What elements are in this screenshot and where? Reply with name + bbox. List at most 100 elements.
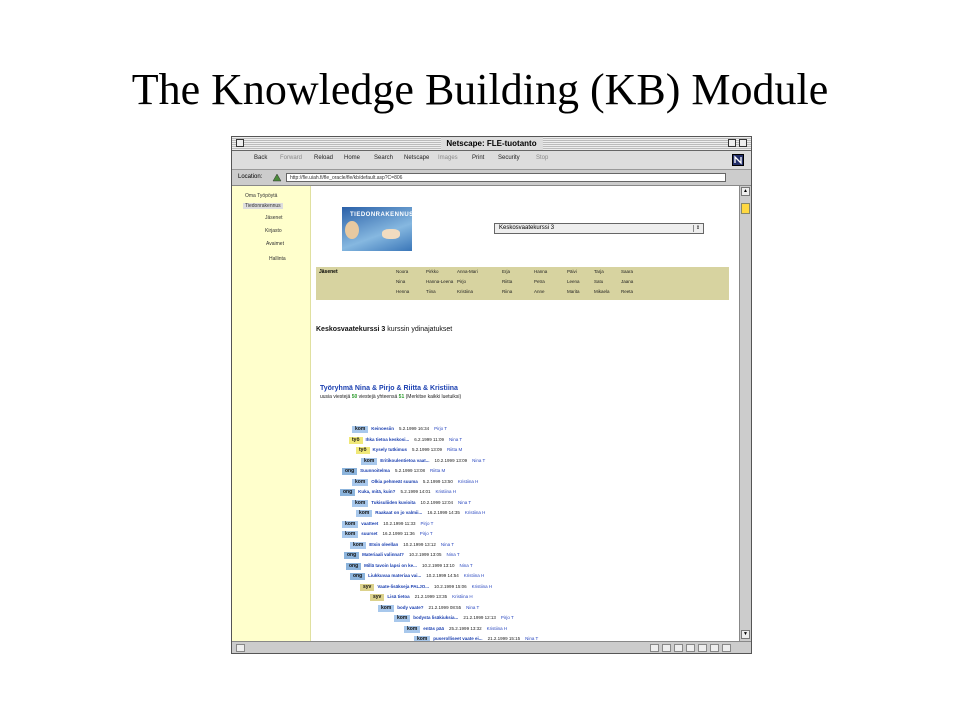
mark-all-read-link[interactable]: (Merkitse kaikki luetuiksi)	[406, 394, 462, 400]
course-core-ideas-heading: Keskosvaatekurssi 3 kurssin ydinajatukse…	[316, 326, 453, 333]
sidebar-item-knowledge-building[interactable]: Tiedonrakennus	[243, 203, 283, 209]
member-name[interactable]: Noora	[396, 269, 408, 274]
member-name[interactable]: Tarja	[594, 269, 604, 274]
toolbar-print-button[interactable]: Print	[472, 155, 484, 161]
member-name[interactable]: Marita	[567, 289, 580, 294]
note-row[interactable]: syv Vaate-lisäkseja PALJO... 10.2.1999 15:…	[360, 575, 492, 591]
member-name[interactable]: Riitta	[502, 279, 512, 284]
note-row[interactable]: kom vaatteet 10.2.1999 11:33 Pirjo T	[342, 512, 433, 528]
history-icon[interactable]	[722, 644, 731, 652]
close-box-icon[interactable]	[236, 139, 244, 147]
toolbar-netscape-button[interactable]: Netscape	[404, 155, 429, 161]
sidebar-item-members[interactable]: Jäsenet	[265, 215, 283, 221]
member-name[interactable]: Kristiina	[457, 289, 473, 294]
browser-toolbar: Back Forward Reload Home Search Netscape…	[232, 151, 751, 170]
member-name[interactable]: Pirkko	[426, 269, 439, 274]
course-select-value: Keskosvaatekurssi 3	[499, 225, 555, 231]
member-name[interactable]: Saara	[621, 269, 633, 274]
logo-face-icon	[345, 221, 359, 239]
workgroup-title[interactable]: Työryhmä Nina & Pirjo & Riitta & Kristii…	[320, 385, 458, 392]
select-arrows-icon: ⇕	[693, 225, 702, 232]
composer-icon[interactable]	[686, 644, 695, 652]
note-row[interactable]: kom puserolliseet vaate ei... 21.2.1999 15…	[414, 627, 538, 641]
note-row[interactable]: ong Millä tavoin lapsi on ke... 10.2.1999 …	[346, 554, 473, 570]
member-name[interactable]: Pirjo	[457, 279, 466, 284]
note-row[interactable]: ong Suunnoitelma 5.2.1999 13:08 Riitta M	[342, 459, 445, 475]
zoom-box-icon[interactable]	[728, 139, 736, 147]
scroll-down-icon[interactable]: ▼	[741, 630, 750, 639]
sidebar-item-library[interactable]: Kirjasto	[265, 228, 282, 234]
member-name[interactable]: Anna-Mari	[457, 269, 478, 274]
logo-text: TIEDONRAKENNUS	[350, 212, 414, 218]
news-icon[interactable]	[674, 644, 683, 652]
member-name[interactable]: Riina	[502, 289, 512, 294]
sidebar-item-desktop[interactable]: Oma Työpöytä	[245, 193, 277, 199]
member-name[interactable]: Hanna-Leena	[426, 279, 453, 284]
window-title: Netscape: FLE-tuotanto	[440, 137, 543, 150]
sidebar: Oma Työpöytä Tiedonrakennus Jäsenet Kirj…	[232, 186, 311, 641]
note-row[interactable]: kom Eritikoulentietoa vaat... 10.2.1999 13…	[361, 449, 485, 465]
note-author-link[interactable]: Nina T	[472, 458, 485, 463]
address-book-icon[interactable]	[698, 644, 707, 652]
note-row[interactable]: kom entäs pää 25.2.1999 13:32 Kristiina H	[404, 617, 507, 633]
scroll-up-icon[interactable]: ▲	[741, 187, 750, 196]
note-row[interactable]: kom Olkia pehmeät suuma 5.2.1999 13:50 Kris…	[352, 470, 478, 486]
window-titlebar[interactable]: Netscape: FLE-tuotanto	[232, 137, 751, 151]
note-row[interactable]: kom suurset 16.2.1999 11:36 Pirjo T	[342, 522, 433, 538]
member-name[interactable]: Leena	[567, 279, 580, 284]
course-select[interactable]: Keskosvaatekurssi 3 ⇕	[494, 223, 704, 234]
member-name[interactable]: Jaana	[621, 279, 633, 284]
sidebar-item-admin[interactable]: Hallinta	[269, 256, 286, 262]
member-name[interactable]: Tiina	[426, 289, 436, 294]
status-bar	[232, 641, 751, 653]
toolbar-back-button[interactable]: Back	[254, 155, 267, 161]
netscape-logo-icon[interactable]	[732, 154, 744, 166]
member-name[interactable]: Petra	[534, 279, 545, 284]
member-name[interactable]: Päivi	[567, 269, 577, 274]
member-name[interactable]: Henna	[396, 289, 409, 294]
note-row[interactable]: työ Ihka tietoa keskosi... 6.2.1999 11:09 N…	[349, 428, 462, 444]
bookmarks-icon[interactable]	[710, 644, 719, 652]
bookmark-icon[interactable]	[272, 173, 282, 182]
note-row[interactable]: ong Liukkuvaa materiaa vai... 10.2.1999 14…	[350, 564, 484, 580]
sidebar-item-keys[interactable]: Avaimet	[266, 241, 284, 247]
note-row[interactable]: kom bodysta lisäkiuksia... 21.2.1999 12:13…	[394, 606, 514, 622]
component-bar-icon[interactable]	[650, 644, 659, 652]
note-row[interactable]: kom Raakaat on jo valmii... 16.2.1999 14:3…	[356, 501, 485, 517]
members-grid: Jäsenet Noora Pirkko Anna-Mari Erja Hanna Päi…	[316, 267, 729, 300]
note-row[interactable]: kom Etsin oleellan 10.2.1999 13:12 Nina T	[350, 533, 454, 549]
members-header: Jäsenet	[319, 269, 338, 275]
toolbar-stop-button[interactable]: Stop	[536, 155, 548, 161]
collapse-box-icon[interactable]	[739, 139, 747, 147]
member-name[interactable]: Reeta	[621, 289, 633, 294]
toolbar-security-button[interactable]: Security	[498, 155, 520, 161]
scroll-thumb[interactable]	[741, 203, 750, 214]
page-content: Oma Työpöytä Tiedonrakennus Jäsenet Kirj…	[232, 186, 739, 641]
note-author-link[interactable]: Kristiina H	[472, 584, 493, 589]
note-row[interactable]: kom Tukisuliiden kuvioita 10.2.1999 12:04 N…	[352, 491, 471, 507]
note-row[interactable]: ong Materiaali valinnat? 10.2.1999 13:05 Ni…	[344, 543, 460, 559]
member-name[interactable]: Nina	[396, 279, 405, 284]
note-author-link[interactable]: Kristiina H	[465, 510, 486, 515]
toolbar-search-button[interactable]: Search	[374, 155, 393, 161]
member-name[interactable]: Mikaela	[594, 289, 610, 294]
security-lock-icon[interactable]	[236, 644, 245, 652]
toolbar-home-button[interactable]: Home	[344, 155, 360, 161]
note-row[interactable]: ong Kuka, mitä, kuin? 5.2.1999 14:01 Kristi…	[340, 480, 456, 496]
mail-icon[interactable]	[662, 644, 671, 652]
note-author-link[interactable]: Kristiina H	[458, 479, 479, 484]
member-name[interactable]: Erja	[502, 269, 510, 274]
note-row[interactable]: työ Kysely tutkimus 5.2.1999 13:09 Riitta M	[356, 438, 462, 454]
note-row[interactable]: syv Lisä tietoa 21.2.1999 13:35 Kristiina H	[370, 585, 473, 601]
vertical-scrollbar[interactable]: ▲ ▼	[739, 186, 751, 641]
location-bar: Location: http://fle.uiah.fi/fle_oracle/…	[232, 170, 751, 186]
url-input[interactable]: http://fle.uiah.fi/fle_oracle/fle/kb/def…	[286, 173, 726, 182]
member-name[interactable]: Satu	[594, 279, 603, 284]
member-name[interactable]: Hanna	[534, 269, 547, 274]
toolbar-reload-button[interactable]: Reload	[314, 155, 333, 161]
note-row[interactable]: kom body vaate? 21.2.1999 08:55 Nina T	[378, 596, 479, 612]
note-row[interactable]: kom Keinoesiin 5.2.1999 16:34 Pirjo T	[352, 417, 447, 433]
toolbar-forward-button[interactable]: Forward	[280, 155, 302, 161]
member-name[interactable]: Anne	[534, 289, 545, 294]
toolbar-images-button[interactable]: Images	[438, 155, 458, 161]
